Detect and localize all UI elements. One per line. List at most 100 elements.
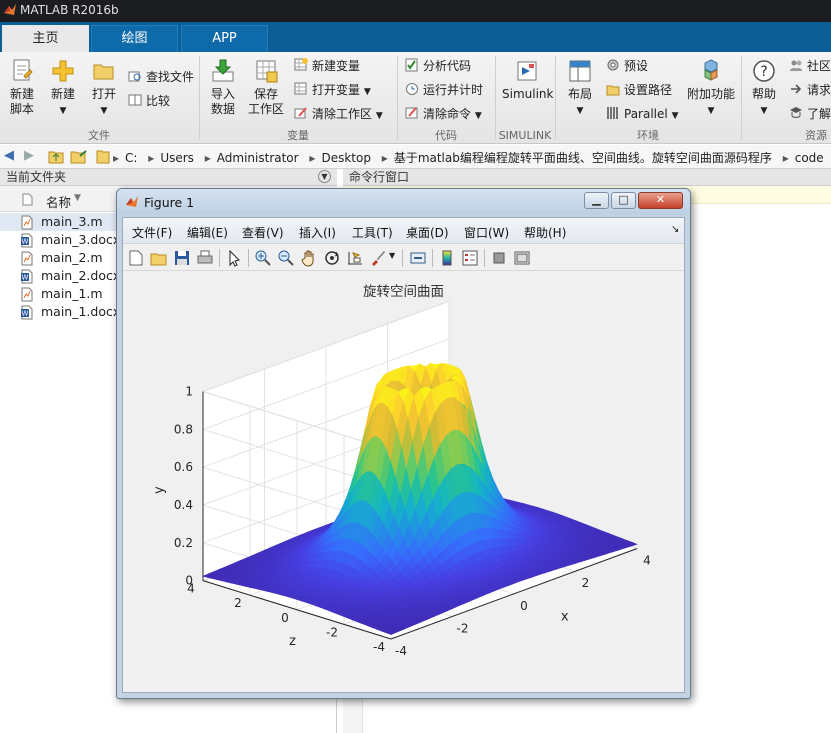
run-and-time-button[interactable]: 运行并计时 xyxy=(405,82,483,98)
find-files-button[interactable]: 查找文件 xyxy=(128,69,194,85)
community-button[interactable]: 社区 xyxy=(789,58,831,74)
preferences-button[interactable]: 预设 xyxy=(606,58,648,74)
link-plot-icon[interactable] xyxy=(409,249,427,267)
preferences-label: 预设 xyxy=(624,59,649,73)
compare-icon xyxy=(128,94,142,106)
breadcrumb-item[interactable]: Users xyxy=(160,151,194,165)
panel-menu-icon[interactable]: ▼ xyxy=(318,170,331,183)
x-tick-label: 4 xyxy=(643,554,651,568)
menu-tools[interactable]: 工具(T) xyxy=(352,224,393,241)
name-column-header[interactable]: 名称 xyxy=(46,192,71,211)
plus-icon xyxy=(52,60,74,82)
hide-plot-tools-icon[interactable] xyxy=(490,249,508,267)
z-tick-label: 0 xyxy=(281,611,289,625)
group-variable-label: 变量 xyxy=(287,129,309,142)
maximize-button[interactable]: □ xyxy=(611,192,636,209)
layout-button[interactable]: 布局 ▼ xyxy=(563,58,597,119)
pan-hand-icon[interactable] xyxy=(300,249,318,267)
y-tick-label: 0 xyxy=(185,574,193,588)
request-support-button[interactable]: 请求 xyxy=(789,82,831,98)
ribbon-tabs: 主页 绘图 APP xyxy=(0,22,831,52)
menu-insert[interactable]: 插入(I) xyxy=(299,224,336,241)
breadcrumb-item[interactable]: Administrator xyxy=(217,151,299,165)
layout-icon xyxy=(569,60,591,82)
save-workspace-button[interactable]: 保存 工作区 xyxy=(245,58,287,117)
print-figure-icon[interactable] xyxy=(196,249,214,267)
app-title: MATLAB R2016b xyxy=(20,3,119,17)
menu-edit[interactable]: 编辑(E) xyxy=(187,224,228,241)
menu-help[interactable]: 帮助(H) xyxy=(524,224,566,241)
new-button[interactable]: 新建 ▼ xyxy=(45,58,81,119)
find-files-icon xyxy=(128,71,141,82)
matlab-logo-icon xyxy=(4,4,16,15)
new-figure-icon[interactable] xyxy=(127,249,145,267)
brush-icon[interactable] xyxy=(369,249,387,267)
x-tick-label: -4 xyxy=(395,644,407,658)
breadcrumb-item[interactable]: C: xyxy=(125,151,137,165)
set-path-button[interactable]: 设置路径 xyxy=(606,82,672,98)
open-variable-icon xyxy=(294,82,307,95)
new-script-button[interactable]: 新建 脚本 xyxy=(4,58,40,117)
root-folder-icon xyxy=(96,150,110,164)
menu-window[interactable]: 窗口(W) xyxy=(464,224,509,241)
clear-commands-label: 清除命令 xyxy=(423,107,472,121)
app-title-bar: MATLAB R2016b xyxy=(0,0,831,22)
parallel-button[interactable]: Parallel ▼ xyxy=(606,106,678,124)
addons-button[interactable]: 附加功能 ▼ xyxy=(686,58,736,119)
clear-workspace-icon xyxy=(294,107,307,119)
help-button[interactable]: ? 帮助 ▼ xyxy=(747,58,781,119)
breadcrumb-item[interactable]: 基于matlab编程编程旋转平面曲线、空间曲线。旋转空间曲面源码程序 xyxy=(394,151,772,165)
word-document-icon: W xyxy=(21,233,33,248)
zoom-out-icon[interactable] xyxy=(277,249,295,267)
svg-text:W: W xyxy=(22,310,29,318)
brush-dropdown-icon[interactable]: ▼ xyxy=(389,251,395,260)
import-data-button[interactable]: 导入 数据 xyxy=(206,58,240,117)
open-file-icon[interactable] xyxy=(150,249,168,267)
minimize-button[interactable]: ▁ xyxy=(584,192,609,209)
new-label: 新建 xyxy=(50,87,75,101)
y-tick-label: 0.2 xyxy=(174,536,193,550)
clear-commands-button[interactable]: 清除命令 ▼ xyxy=(405,106,482,124)
menu-file[interactable]: 文件(F) xyxy=(132,224,172,241)
figure-toolbar: ▼ xyxy=(123,244,684,271)
analyze-code-button[interactable]: 分析代码 xyxy=(405,58,471,74)
figure-title-bar[interactable]: Figure 1 ▁ □ ✕ xyxy=(117,189,690,215)
tab-apps[interactable]: APP xyxy=(181,25,268,52)
toolbar-separator xyxy=(402,249,403,267)
zoom-in-icon[interactable] xyxy=(254,249,272,267)
address-bar: ◀ ▶ ▸ C: ▸ Users ▸ Administrator ▸ Desktop ▸… xyxy=(0,145,831,169)
menu-view[interactable]: 查看(V) xyxy=(242,224,284,241)
edit-plot-arrow-icon[interactable] xyxy=(225,249,243,267)
browse-folder-icon[interactable] xyxy=(70,149,88,164)
learn-matlab-button[interactable]: 了解 xyxy=(789,106,831,122)
breadcrumb-item[interactable]: code xyxy=(795,151,824,165)
breadcrumb: ▸ C: ▸ Users ▸ Administrator ▸ Desktop ▸ 基于ma… xyxy=(113,151,824,165)
sort-descending-icon[interactable]: ▼ xyxy=(74,193,81,203)
axes-area[interactable]: 旋转空间曲面 -4 -2 0 2 4 -4 -2 0 2 4 0 0.2 0.4 0.6 0.8 1 x z y xyxy=(123,272,684,692)
back-arrow-icon[interactable]: ◀ xyxy=(4,148,14,163)
rotate-3d-icon[interactable] xyxy=(323,249,341,267)
breadcrumb-item[interactable]: Desktop xyxy=(321,151,371,165)
close-button[interactable]: ✕ xyxy=(638,192,683,209)
insert-colorbar-icon[interactable] xyxy=(438,249,456,267)
new-variable-button[interactable]: 新建变量 xyxy=(294,58,360,74)
forward-arrow-icon[interactable]: ▶ xyxy=(24,148,34,163)
compare-button[interactable]: 比较 xyxy=(128,93,170,109)
insert-legend-icon[interactable] xyxy=(461,249,479,267)
figure-client-area: 文件(F) 编辑(E) 查看(V) 插入(I) 工具(T) 桌面(D) 窗口(W… xyxy=(122,217,685,693)
dock-arrow-icon[interactable]: ↘ xyxy=(671,224,679,235)
tab-home[interactable]: 主页 xyxy=(2,25,89,52)
show-plot-tools-icon[interactable] xyxy=(513,249,531,267)
figure-window[interactable]: Figure 1 ▁ □ ✕ 文件(F) 编辑(E) 查看(V) 插入(I) 工… xyxy=(116,188,691,699)
clear-workspace-button[interactable]: 清除工作区 ▼ xyxy=(294,106,383,124)
data-cursor-icon[interactable] xyxy=(346,249,364,267)
up-folder-icon[interactable] xyxy=(48,149,64,164)
open-button[interactable]: 打开 ▼ xyxy=(86,58,122,119)
save-figure-icon[interactable] xyxy=(173,249,191,267)
simulink-button[interactable]: Simulink xyxy=(502,58,553,102)
open-variable-button[interactable]: 打开变量 ▼ xyxy=(294,82,371,100)
menu-desktop[interactable]: 桌面(D) xyxy=(406,224,449,241)
addons-label: 附加功能 xyxy=(686,87,735,101)
surface-plot[interactable]: -4-2024-4-202400.20.40.60.81xzy xyxy=(123,272,684,692)
tab-plots[interactable]: 绘图 xyxy=(91,25,178,52)
